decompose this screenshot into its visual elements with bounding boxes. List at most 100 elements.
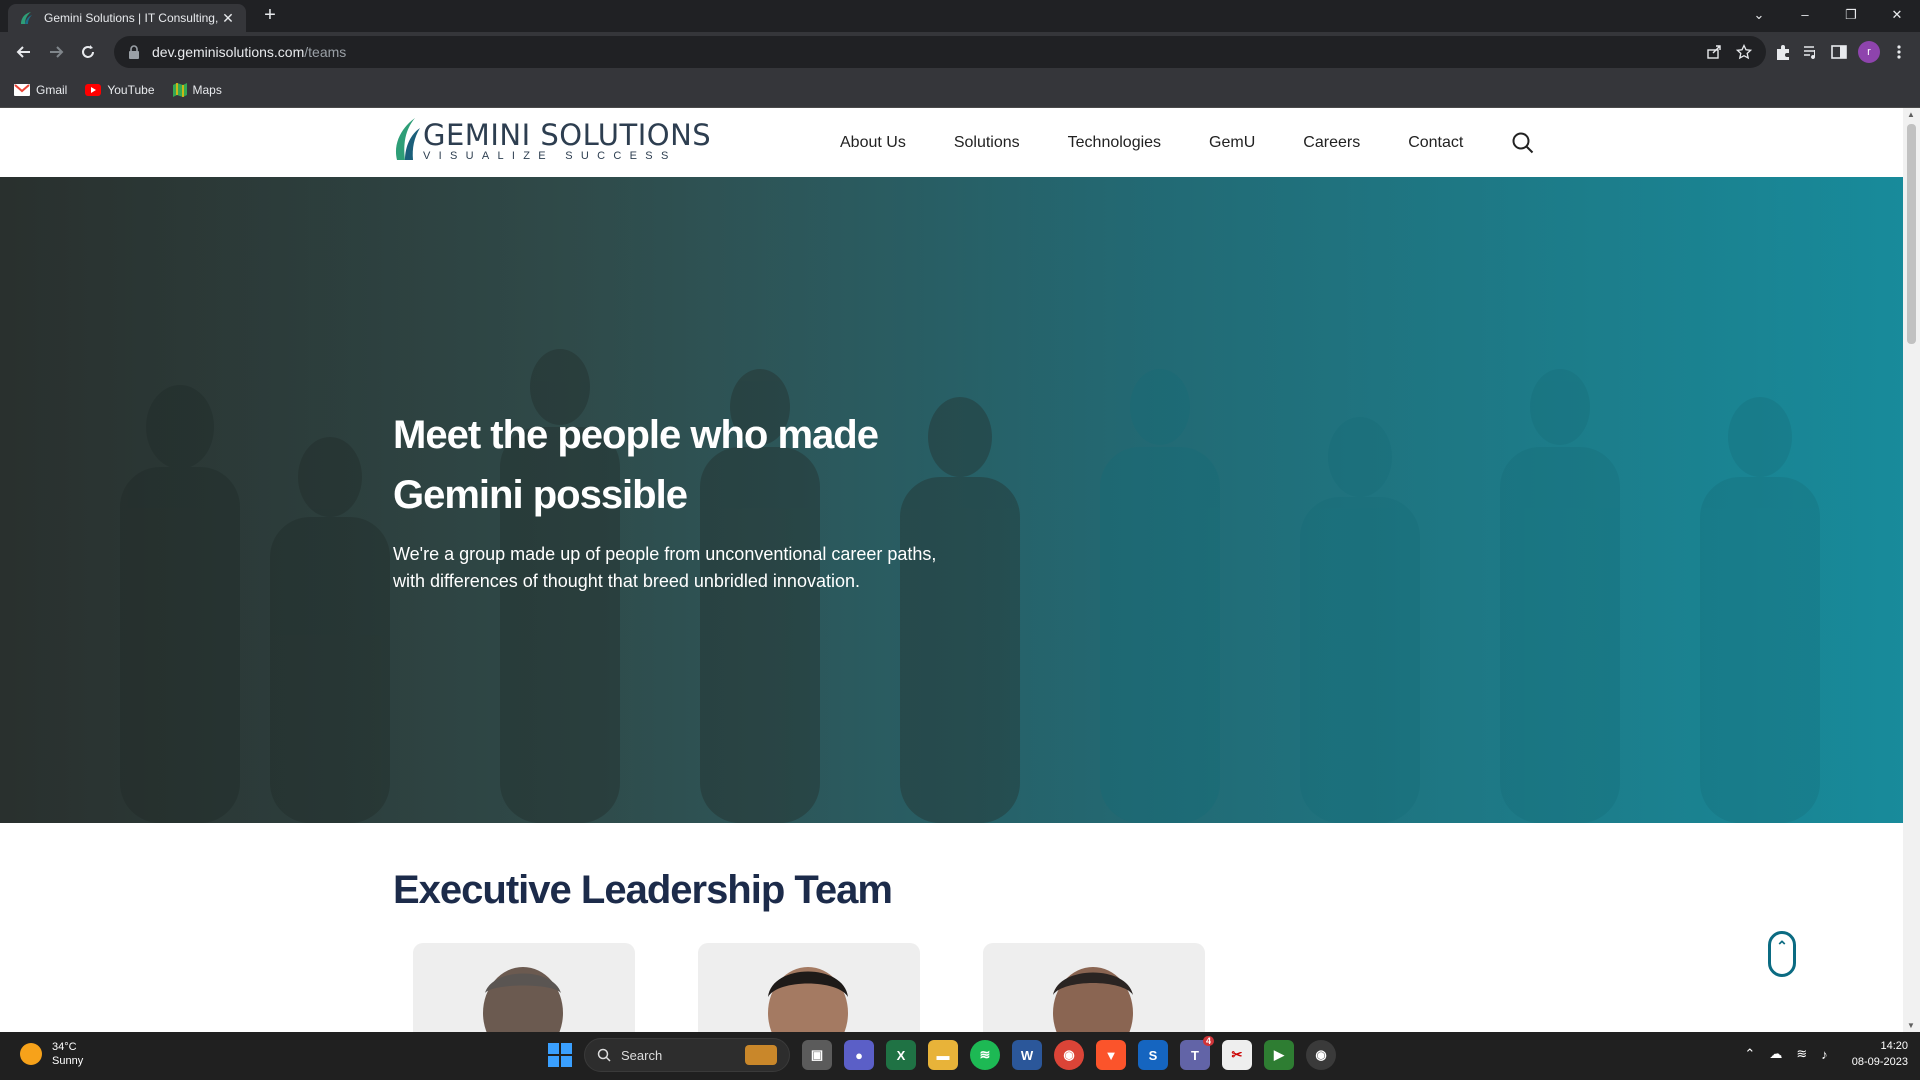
profile-avatar[interactable]: r — [1858, 41, 1880, 63]
chevron-up-icon: ⌃ — [1776, 938, 1788, 954]
bookmark-gmail[interactable]: Gmail — [14, 83, 67, 97]
word-icon[interactable]: W — [1012, 1040, 1042, 1070]
file-explorer-icon[interactable]: ▬ — [928, 1040, 958, 1070]
url-host: dev.geminisolutions.com — [152, 44, 305, 60]
search-highlight-icon — [745, 1045, 777, 1065]
back-button[interactable] — [8, 36, 40, 68]
bookmark-maps[interactable]: Maps — [172, 82, 222, 97]
minimize-button[interactable]: – — [1782, 0, 1828, 32]
window-controls: ⌄ – ❐ ✕ — [1736, 0, 1920, 32]
hero-subtitle: We're a group made up of people from unc… — [393, 544, 937, 591]
main-nav: About Us Solutions Technologies GemU Car… — [840, 108, 1535, 177]
teams-notification-badge: 4 — [1202, 1036, 1214, 1046]
leader-portrait — [1053, 967, 1133, 1032]
nav-careers[interactable]: Careers — [1303, 134, 1360, 152]
leader-portrait — [768, 967, 848, 1032]
tab-title: Gemini Solutions | IT Consulting, — [44, 11, 219, 25]
maps-icon — [172, 82, 187, 97]
scroll-down-arrow-icon[interactable]: ▼ — [1907, 1021, 1915, 1030]
gemini-favicon-icon — [21, 12, 32, 24]
leader-card-3[interactable] — [983, 943, 1205, 1032]
teams-chat-icon[interactable]: ● — [844, 1040, 874, 1070]
weather-temp: 34°C — [52, 1041, 77, 1053]
tab-search-chevron-icon[interactable]: ⌄ — [1736, 0, 1782, 32]
media-player-icon[interactable]: ▶ — [1264, 1040, 1294, 1070]
site-search-icon[interactable] — [1511, 131, 1535, 155]
scrollbar-thumb[interactable] — [1907, 124, 1916, 344]
gmail-icon — [14, 83, 30, 96]
bookmarks-bar: Gmail YouTube Maps — [0, 72, 1920, 108]
toolbar-icons: r — [1774, 41, 1912, 63]
forward-arrow-icon — [50, 46, 64, 58]
bookmark-label: Gmail — [36, 82, 68, 97]
page-scrollbar[interactable]: ▲ ▼ — [1903, 108, 1920, 1032]
leader-card-2[interactable] — [698, 943, 920, 1032]
reload-button[interactable] — [72, 36, 104, 68]
new-tab-button[interactable]: + — [258, 4, 282, 28]
scroll-up-arrow-icon[interactable]: ▲ — [1907, 110, 1915, 119]
reload-icon — [82, 45, 94, 58]
page-viewport: GEMINI SOLUTIONS VISUALIZE SUCCESS About… — [0, 108, 1920, 1032]
taskbar-search-label: Search — [621, 1047, 663, 1063]
bookmark-star-icon[interactable] — [1736, 44, 1752, 60]
weather-widget[interactable]: 34°C Sunny — [20, 1040, 83, 1068]
leader-card-1[interactable] — [413, 943, 635, 1032]
kebab-menu-icon[interactable] — [1890, 43, 1908, 61]
address-bar[interactable]: dev.geminisolutions.com/teams — [114, 36, 1766, 68]
restore-button[interactable]: ❐ — [1828, 0, 1874, 32]
windows-taskbar: 34°C Sunny Search ▣ ● X ▬ ≋ W ◉ ▼ S T4 ✂… — [0, 1032, 1920, 1080]
excel-icon[interactable]: X — [886, 1040, 916, 1070]
media-queue-icon[interactable] — [1802, 43, 1820, 61]
browser-tab[interactable]: Gemini Solutions | IT Consulting, ✕ — [8, 4, 246, 32]
nav-technologies[interactable]: Technologies — [1068, 134, 1161, 152]
taskbar-search[interactable]: Search — [584, 1038, 790, 1072]
hero-headline: Meet the people who made Gemini possible — [393, 413, 879, 517]
gemini-leaf-logo-icon — [395, 118, 420, 160]
logo-name: GEMINI SOLUTIONS — [423, 118, 712, 152]
url-path: /teams — [304, 44, 347, 60]
browser-toolbar: dev.geminisolutions.com/teams r — [0, 32, 1920, 72]
bookmark-label: Maps — [192, 82, 222, 97]
logo-tagline: VISUALIZE SUCCESS — [423, 150, 677, 162]
volume-icon[interactable]: ♪ — [1821, 1047, 1828, 1062]
nav-contact[interactable]: Contact — [1408, 134, 1463, 152]
side-panel-icon[interactable] — [1830, 43, 1848, 61]
site-logo[interactable]: GEMINI SOLUTIONS VISUALIZE SUCCESS — [393, 116, 711, 164]
tab-close-icon[interactable]: ✕ — [220, 10, 236, 27]
spotify-icon[interactable]: ≋ — [970, 1040, 1000, 1070]
leader-portrait — [483, 967, 563, 1032]
skype-icon[interactable]: S — [1138, 1040, 1168, 1070]
taskbar-apps: Search ▣ ● X ▬ ≋ W ◉ ▼ S T4 ✂ ▶ ◉ — [548, 1036, 1336, 1072]
windows-start-icon[interactable] — [548, 1043, 572, 1067]
clock-time: 14:20 — [1880, 1040, 1908, 1052]
scroll-to-top-button[interactable]: ⌃ — [1768, 931, 1796, 977]
wifi-icon[interactable]: ≋ — [1796, 1046, 1807, 1062]
sun-icon — [20, 1043, 42, 1065]
section-title: Executive Leadership Team — [393, 868, 893, 912]
forward-button[interactable] — [40, 36, 72, 68]
extensions-puzzle-icon[interactable] — [1774, 43, 1792, 61]
search-icon — [597, 1048, 611, 1062]
nav-about-us[interactable]: About Us — [840, 134, 906, 152]
teams-icon[interactable]: T4 — [1180, 1036, 1214, 1070]
lock-icon — [129, 45, 139, 59]
bookmark-youtube[interactable]: YouTube — [85, 82, 155, 97]
weather-desc: Sunny — [52, 1055, 84, 1067]
bookmark-label: YouTube — [107, 82, 155, 97]
snipping-tool-icon[interactable]: ✂ — [1222, 1040, 1252, 1070]
task-view-icon[interactable]: ▣ — [802, 1040, 832, 1070]
nav-solutions[interactable]: Solutions — [954, 134, 1020, 152]
taskbar-clock[interactable]: 14:20 08-09-2023 — [1852, 1038, 1908, 1070]
chrome-icon[interactable]: ◉ — [1054, 1040, 1084, 1070]
onedrive-cloud-icon[interactable]: ☁ — [1769, 1046, 1782, 1062]
site-header: GEMINI SOLUTIONS VISUALIZE SUCCESS About… — [0, 108, 1903, 177]
share-icon[interactable] — [1706, 44, 1722, 60]
brave-icon[interactable]: ▼ — [1096, 1040, 1126, 1070]
close-window-button[interactable]: ✕ — [1874, 0, 1920, 32]
chrome-active-icon[interactable]: ◉ — [1306, 1040, 1336, 1070]
tray-overflow-chevron-icon[interactable]: ⌃ — [1744, 1046, 1755, 1062]
back-arrow-icon — [16, 46, 30, 58]
nav-gemu[interactable]: GemU — [1209, 134, 1255, 152]
clock-date: 08-09-2023 — [1851, 1056, 1908, 1068]
browser-tab-bar: Gemini Solutions | IT Consulting, ✕ + ⌄ … — [0, 0, 1920, 32]
